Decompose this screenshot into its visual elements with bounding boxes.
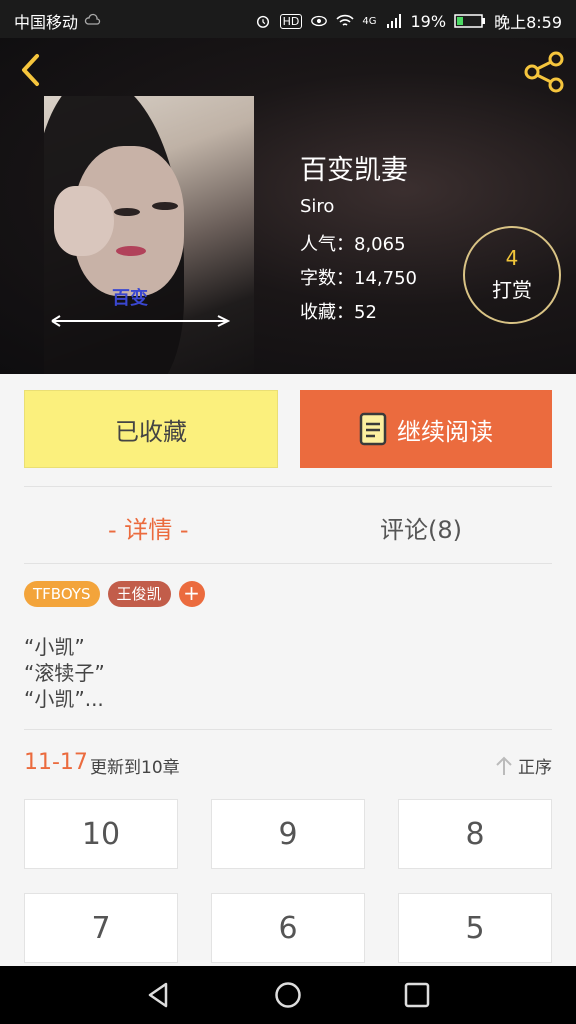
weather-cloud-icon [84,13,101,25]
network-type: 4G [362,15,377,27]
chapter-item[interactable]: 8 [398,799,552,869]
description-line: “小凯” [24,635,85,659]
signal-icon [386,14,401,28]
hd-icon: HD [279,13,303,29]
stat-word-count: 字数：14,750 [300,268,417,289]
continue-reading-button[interactable]: 继续阅读 [300,390,552,468]
book-cover-image[interactable]: 百变 [44,96,254,374]
description-line: “滚犊子” [24,661,105,685]
favorited-button[interactable]: 已收藏 [24,390,278,468]
tab-details[interactable]: - 详情 - [108,510,189,545]
update-status: 更新到10章 [90,758,180,778]
add-tag-button[interactable]: + [178,581,205,607]
stat-popularity: 人气：8,065 [300,234,406,255]
tab-comments[interactable]: 评论(8) [380,510,462,545]
book-icon [359,412,387,446]
carrier-name: 中国移动 [14,13,79,32]
cover-title-text: 百变 [112,288,148,309]
sort-order-button[interactable]: 正序 [494,753,552,778]
eye-icon [311,15,328,27]
chapter-item[interactable]: 10 [24,799,178,869]
divider [24,729,552,730]
arrow-up-icon [496,756,512,775]
status-bar: 中国移动 HD 4G 19% 晚上8:59 [0,0,576,38]
sort-label: 正序 [518,758,552,778]
battery-icon [454,14,486,28]
alarm-icon [256,15,269,28]
battery-percent: 19% [410,11,447,31]
nav-recent-apps-icon[interactable] [402,980,432,1010]
back-arrow-icon[interactable] [14,52,50,88]
description-line: “小凯”... [24,687,104,711]
system-navigation-bar [0,966,576,1024]
divider [24,563,552,564]
tag-tfboys[interactable]: TFBOYS [24,581,100,607]
reward-label: 打赏 [492,278,532,302]
share-icon[interactable] [522,50,566,94]
update-date: 11-17 [24,750,88,775]
divider [24,486,552,487]
reward-count: 4 [505,246,519,270]
book-description[interactable]: “小凯” “滚犊子” “小凯”... [24,634,105,712]
nav-home-icon[interactable] [273,980,303,1010]
reward-button[interactable]: 4 打赏 [463,226,561,324]
book-author[interactable]: Siro [300,196,334,217]
chapter-item[interactable]: 6 [211,893,365,963]
tag-wang-junkai[interactable]: 王俊凯 [107,581,171,607]
cover-arrow-icon [51,315,230,327]
chapter-item[interactable]: 5 [398,893,552,963]
nav-back-icon[interactable] [144,980,174,1010]
clock: 晚上8:59 [494,13,562,32]
book-title: 百变凯妻 [300,155,408,186]
stat-favorites: 收藏：52 [300,302,377,323]
wifi-icon [336,14,354,26]
status-left: 中国移动 [14,9,102,33]
chapter-item[interactable]: 9 [211,799,365,869]
status-right: HD 4G 19% 晚上8:59 [254,9,562,33]
tag-list: TFBOYS 王俊凯 + [24,581,205,607]
book-header: 百变 百变凯妻 Siro 人气：8,065 字数：14,750 收藏：52 4 … [0,38,576,374]
chapter-item[interactable]: 7 [24,893,178,963]
continue-reading-label: 继续阅读 [397,417,493,446]
